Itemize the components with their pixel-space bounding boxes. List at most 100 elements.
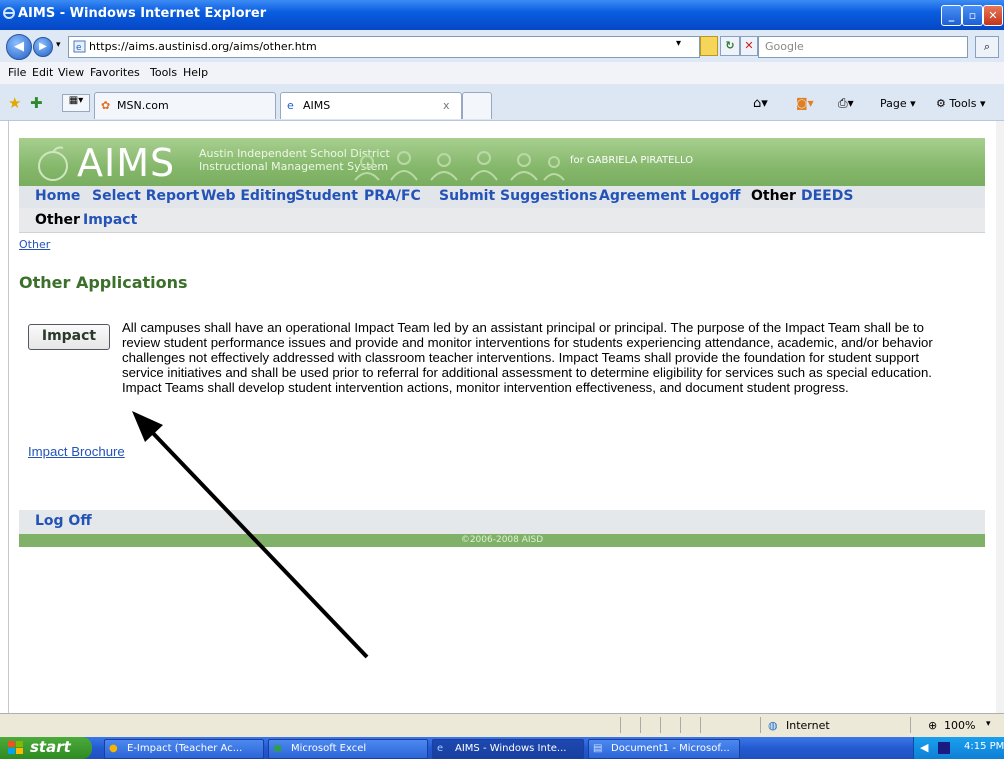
history-dropdown-icon[interactable]: ▾ [56, 40, 61, 50]
tray-expand-icon[interactable]: ◀ [920, 741, 928, 754]
taskbar-item[interactable]: ▣ Microsoft Excel [268, 739, 428, 759]
taskbar-item-label: AIMS - Windows Inte... [455, 743, 567, 754]
globe-icon: ◍ [768, 719, 778, 732]
system-tray: ◀ 4:15 PM [913, 737, 1004, 759]
stop-icon[interactable]: ✕ [740, 36, 758, 56]
zoom-level[interactable]: 100% [944, 719, 975, 732]
favorites-star-icon[interactable]: ★ [8, 94, 21, 112]
window-title-bar[interactable]: AIMS - Windows Internet Explorer _ ▫ ✕ [0, 0, 1004, 30]
close-button[interactable]: ✕ [983, 5, 1003, 26]
logoff-link[interactable]: Log Off [35, 513, 92, 529]
nav-pra-fc[interactable]: PRA/FC [364, 188, 421, 204]
students-silhouette-graphic [354, 151, 565, 181]
zoom-icon: ⊕ [928, 719, 938, 732]
menu-file[interactable]: File [8, 66, 26, 79]
taskbar-item[interactable]: e AIMS - Windows Inte... [432, 739, 584, 759]
nav-deeds[interactable]: DEEDS [801, 188, 853, 204]
tab-close-icon[interactable]: x [443, 99, 450, 112]
tab-aims-label: AIMS [303, 99, 331, 112]
main-nav: Home Select Report Web Editing Student P… [19, 186, 985, 208]
minimize-button[interactable]: _ [941, 5, 962, 26]
zone-label: Internet [786, 719, 830, 732]
menu-edit[interactable]: Edit [32, 66, 53, 79]
taskbar: start ● E-Impact (Teacher Ac... ▣ Micros… [0, 737, 1004, 759]
print-icon[interactable]: ⎙▾ [838, 96, 854, 111]
firefox-icon: ● [109, 743, 118, 754]
refresh-icon[interactable]: ↻ [720, 36, 740, 56]
start-button[interactable]: start [0, 737, 92, 759]
page-title: Other Applications [19, 273, 188, 292]
logoff-bar: Log Off [19, 510, 985, 534]
nav-logoff[interactable]: Logoff [691, 188, 741, 204]
taskbar-item[interactable]: ▤ Document1 - Microsof... [588, 739, 740, 759]
forward-button[interactable]: ▶ [33, 37, 53, 57]
feeds-icon[interactable]: ◙▾ [796, 96, 814, 110]
window-title: AIMS - Windows Internet Explorer [18, 6, 267, 21]
tab-bar: ★ ✚ ▦▾ ✿ MSN.com e AIMS x ⌂▾ ◙▾ ⎙▾ Page … [0, 84, 1004, 121]
search-placeholder: Google [765, 40, 804, 53]
maximize-button[interactable]: ▫ [962, 5, 983, 26]
address-dropdown-icon[interactable]: ▾ [676, 38, 681, 49]
start-label: start [30, 738, 71, 756]
tab-msn[interactable]: ✿ MSN.com [94, 92, 276, 119]
menu-favorites[interactable]: Favorites [90, 66, 140, 79]
aims-logo: AIMS [77, 141, 176, 185]
msn-icon: ✿ [101, 99, 111, 112]
tab-msn-label: MSN.com [117, 99, 169, 112]
impact-button[interactable]: Impact [28, 324, 110, 350]
page-menu[interactable]: Page ▾ [880, 97, 916, 110]
tools-menu-label: Tools [949, 97, 977, 110]
page-icon: e [73, 40, 86, 53]
vertical-scrollbar[interactable] [996, 121, 1004, 713]
tray-app-icon[interactable] [938, 742, 950, 754]
taskbar-item-label: Document1 - Microsof... [611, 743, 730, 754]
aims-header: AIMS Austin Independent School District … [19, 138, 985, 187]
subnav-impact[interactable]: Impact [83, 212, 137, 228]
apple-logo-icon [38, 146, 68, 181]
impact-brochure-link[interactable]: Impact Brochure [28, 444, 125, 459]
menu-tools[interactable]: Tools [150, 66, 177, 79]
taskbar-item-label: Microsoft Excel [291, 743, 367, 754]
excel-icon: ▣ [273, 743, 283, 754]
page-menu-label: Page [880, 97, 907, 110]
word-icon: ▤ [593, 743, 603, 754]
home-icon[interactable]: ⌂▾ [753, 96, 768, 111]
tools-menu[interactable]: ⚙ Tools ▾ [936, 97, 986, 110]
footer-copyright: ©2006-2008 AISD [19, 534, 985, 547]
new-tab-button[interactable] [462, 92, 492, 119]
impact-description: All campuses shall have an operational I… [122, 320, 933, 395]
nav-submit-suggestions[interactable]: Submit Suggestions [439, 188, 597, 204]
address-toolbar: ◀ ▶ ▾ e https://aims.austinisd.org/aims/… [0, 30, 1004, 62]
menu-help[interactable]: Help [183, 66, 208, 79]
tools-gear-icon: ⚙ [936, 97, 946, 110]
ie-tab-icon: e [287, 99, 294, 112]
breadcrumb[interactable]: Other [19, 238, 50, 251]
for-user-label: for GABRIELA PIRATELLO [570, 155, 694, 166]
search-icon[interactable]: ⌕ [975, 36, 999, 58]
back-button[interactable]: ◀ [6, 34, 32, 60]
windows-logo-icon [8, 741, 23, 754]
nav-web-editing[interactable]: Web Editing [201, 188, 296, 204]
taskbar-item[interactable]: ● E-Impact (Teacher Ac... [104, 739, 264, 759]
nav-student[interactable]: Student [295, 188, 358, 204]
quick-tabs-icon[interactable]: ▦▾ [62, 94, 90, 112]
nav-other[interactable]: Other [751, 188, 796, 204]
sub-nav: Other Impact [19, 208, 985, 233]
subnav-other[interactable]: Other [35, 212, 80, 228]
nav-select-report[interactable]: Select Report [92, 188, 199, 204]
menu-view[interactable]: View [58, 66, 84, 79]
status-bar: ◍ Internet ⊕ 100% ▾ [0, 713, 1004, 738]
clock: 4:15 PM [964, 741, 1004, 752]
tab-aims[interactable]: e AIMS x [280, 92, 462, 119]
taskbar-item-label: E-Impact (Teacher Ac... [127, 743, 243, 754]
nav-home[interactable]: Home [35, 188, 80, 204]
svg-text:e: e [76, 43, 82, 53]
menu-bar: File Edit View Favorites Tools Help [0, 62, 1004, 85]
add-favorite-icon[interactable]: ✚ [30, 94, 43, 112]
nav-agreement[interactable]: Agreement [599, 188, 687, 204]
lock-icon[interactable] [700, 36, 718, 56]
ie-icon [3, 7, 15, 19]
zoom-dropdown-icon[interactable]: ▾ [986, 719, 991, 729]
address-input[interactable]: e https://aims.austinisd.org/aims/other.… [68, 36, 700, 58]
search-input[interactable]: Google [758, 36, 968, 58]
